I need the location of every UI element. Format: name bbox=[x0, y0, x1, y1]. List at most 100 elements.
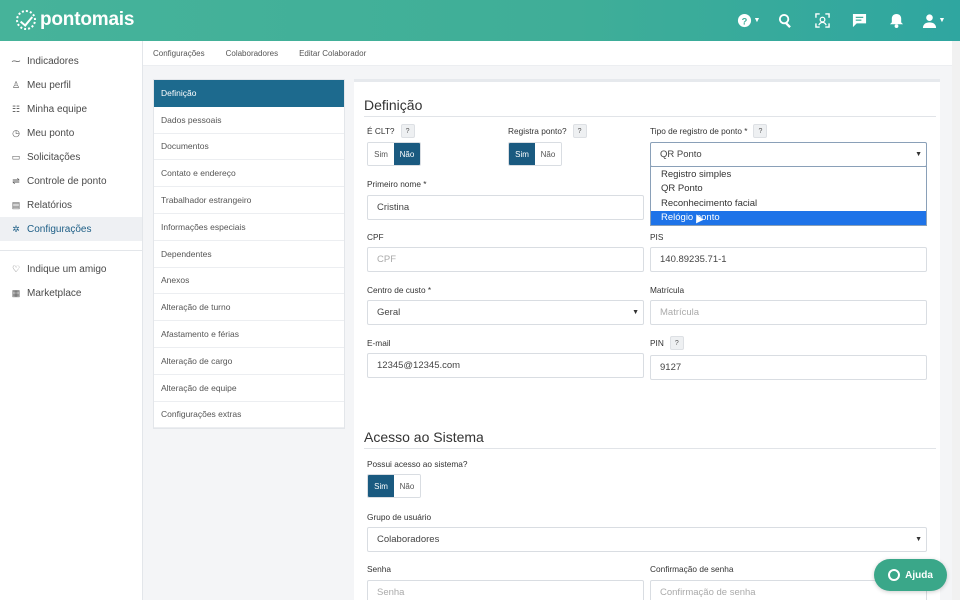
collaborator-submenu: Definição Dados pessoais Documentos Cont… bbox=[153, 79, 345, 430]
sidebar-item-minha-equipe[interactable]: ☷ Minha equipe bbox=[0, 97, 142, 121]
face-scan-icon[interactable] bbox=[804, 0, 841, 41]
clt-toggle: Sim Não bbox=[367, 142, 421, 166]
centro-custo-label: Centro de custo * bbox=[367, 285, 432, 295]
submenu-item-dependentes[interactable]: Dependentes bbox=[154, 241, 344, 268]
option-registro-simples[interactable]: Registro simples bbox=[651, 167, 926, 182]
submenu-item-definicao[interactable]: Definição bbox=[154, 80, 344, 107]
logo-check-icon bbox=[16, 10, 36, 30]
sidebar-item-indique-um-amigo[interactable]: ♡ Indique um amigo bbox=[0, 257, 142, 281]
breadcrumb-item[interactable]: Configurações bbox=[153, 49, 205, 58]
gear-icon: ✲ bbox=[12, 223, 20, 234]
primeiro-nome-input[interactable]: Cristina bbox=[367, 195, 644, 220]
registra-ponto-label: Registra ponto?? bbox=[508, 124, 587, 138]
cpf-label: CPF bbox=[367, 232, 384, 242]
control-icon: ⇌ bbox=[12, 175, 20, 186]
grupo-usuario-select[interactable]: Colaboradores ▼ bbox=[367, 527, 927, 552]
acesso-nao-button[interactable]: Não bbox=[394, 475, 420, 497]
matricula-input[interactable]: Matrícula bbox=[650, 300, 927, 325]
sidebar-item-label: Controle de ponto bbox=[27, 175, 107, 187]
user-icon[interactable]: ▼ bbox=[915, 0, 952, 41]
ajuda-button[interactable]: Ajuda bbox=[874, 559, 947, 591]
submenu-item-alteracao-cargo[interactable]: Alteração de cargo bbox=[154, 348, 344, 375]
pis-label: PIS bbox=[650, 232, 664, 242]
submenu-item-documentos[interactable]: Documentos bbox=[154, 134, 344, 161]
senha-input[interactable]: Senha bbox=[367, 580, 644, 600]
sidebar-divider bbox=[0, 241, 142, 251]
clock-icon: ◷ bbox=[12, 127, 20, 138]
pin-input[interactable]: 9127 bbox=[650, 355, 927, 380]
sidebar-item-label: Configurações bbox=[27, 223, 92, 235]
submenu-item-afastamento-ferias[interactable]: Afastamento e férias bbox=[154, 321, 344, 348]
registra-sim-button[interactable]: Sim bbox=[509, 143, 535, 165]
sidebar-item-label: Relatórios bbox=[27, 199, 73, 211]
clt-label: É CLT?? bbox=[367, 124, 415, 138]
cpf-input[interactable]: CPF bbox=[367, 247, 644, 272]
chevron-down-icon: ▼ bbox=[632, 309, 639, 316]
registra-nao-button[interactable]: Não bbox=[535, 143, 561, 165]
chat-bubble-icon bbox=[888, 569, 901, 581]
sidebar-item-label: Indicadores bbox=[27, 55, 79, 67]
sidebar-item-meu-perfil[interactable]: ♙ Meu perfil bbox=[0, 73, 142, 97]
section-title-definicao: Definição bbox=[364, 97, 423, 113]
sidebar-item-relatorios[interactable]: ▤ Relatórios bbox=[0, 193, 142, 217]
email-input[interactable]: 12345@12345.com bbox=[367, 353, 644, 378]
option-qr-ponto[interactable]: QR Ponto bbox=[651, 182, 926, 197]
breadcrumb-item[interactable]: Colaboradores bbox=[226, 49, 278, 58]
submenu-item-informacoes-especiais[interactable]: Informações especiais bbox=[154, 214, 344, 241]
sidebar: ⁓ Indicadores ♙ Meu perfil ☷ Minha equipe ◷… bbox=[0, 41, 143, 600]
submenu-item-dados-pessoais[interactable]: Dados pessoais bbox=[154, 107, 344, 134]
sidebar-item-solicitacoes[interactable]: ▭ Solicitações bbox=[0, 145, 142, 169]
chat-icon[interactable] bbox=[841, 0, 878, 41]
help-icon[interactable]: ? bbox=[400, 124, 415, 138]
section-divider bbox=[364, 116, 936, 117]
message-icon: ▭ bbox=[11, 151, 21, 162]
sidebar-item-indicadores[interactable]: ⁓ Indicadores bbox=[0, 49, 142, 73]
svg-text:?: ? bbox=[741, 16, 747, 26]
submenu-item-configuracoes-extras[interactable]: Configurações extras bbox=[154, 402, 344, 429]
submenu-item-contato[interactable]: Contato e endereço bbox=[154, 160, 344, 188]
possui-acesso-toggle: Sim Não bbox=[367, 474, 421, 498]
help-icon[interactable]: ? ▼ bbox=[730, 0, 767, 41]
submenu-item-anexos[interactable]: Anexos bbox=[154, 268, 344, 295]
submenu-item-alteracao-turno[interactable]: Alteração de turno bbox=[154, 294, 344, 322]
sidebar-item-label: Minha equipe bbox=[27, 103, 88, 115]
pin-label: PIN? bbox=[650, 336, 684, 350]
top-bar: pontomais ? ▼ ▼ bbox=[0, 0, 960, 41]
pis-input[interactable]: 140.89235.71-1 bbox=[650, 247, 927, 272]
report-icon: ▤ bbox=[11, 199, 21, 210]
help-icon[interactable]: ? bbox=[572, 124, 587, 138]
sidebar-item-configuracoes[interactable]: ✲ Configurações bbox=[0, 217, 142, 241]
help-icon[interactable]: ? bbox=[669, 336, 684, 350]
pontomais-logo[interactable]: pontomais bbox=[16, 8, 134, 32]
sidebar-item-controle-de-ponto[interactable]: ⇌ Controle de ponto bbox=[0, 169, 142, 193]
email-label: E-mail bbox=[367, 338, 391, 348]
user-icon: ♙ bbox=[11, 79, 21, 90]
acesso-sim-button[interactable]: Sim bbox=[368, 475, 394, 497]
ajuda-label: Ajuda bbox=[905, 569, 933, 581]
breadcrumb-item: Editar Colaborador bbox=[299, 48, 367, 58]
section-divider bbox=[364, 448, 936, 449]
option-relogio-ponto[interactable]: Relógio ponto bbox=[651, 210, 926, 225]
top-icons: ? ▼ ▼ bbox=[730, 0, 952, 41]
clt-sim-button[interactable]: Sim bbox=[368, 143, 394, 165]
bell-icon[interactable] bbox=[878, 0, 915, 41]
tipo-registro-select[interactable]: QR Ponto ▼ bbox=[650, 142, 927, 167]
page-scrollbar[interactable] bbox=[952, 41, 960, 600]
chart-icon: ⁓ bbox=[11, 55, 21, 66]
clt-nao-button[interactable]: Não bbox=[394, 143, 420, 165]
registra-ponto-toggle: Sim Não bbox=[508, 142, 562, 166]
tipo-registro-value: QR Ponto bbox=[660, 149, 702, 160]
sidebar-item-marketplace[interactable]: ▦ Marketplace bbox=[0, 281, 142, 305]
tipo-registro-label: Tipo de registro de ponto *? bbox=[650, 124, 768, 138]
chevron-down-icon: ▼ bbox=[753, 17, 761, 24]
help-icon[interactable]: ? bbox=[753, 124, 768, 138]
sidebar-item-label: Meu perfil bbox=[27, 79, 71, 91]
sidebar-item-label: Marketplace bbox=[27, 287, 82, 299]
sidebar-item-meu-ponto[interactable]: ◷ Meu ponto bbox=[0, 121, 142, 145]
centro-custo-select[interactable]: Geral ▼ bbox=[367, 300, 644, 325]
option-reconhecimento-facial[interactable]: Reconhecimento facial bbox=[651, 196, 926, 211]
search-icon[interactable] bbox=[767, 0, 804, 41]
submenu-item-trabalhador-estrangeiro[interactable]: Trabalhador estrangeiro bbox=[154, 187, 344, 214]
submenu-item-alteracao-equipe[interactable]: Alteração de equipe bbox=[154, 375, 344, 402]
heart-icon: ♡ bbox=[11, 263, 21, 274]
